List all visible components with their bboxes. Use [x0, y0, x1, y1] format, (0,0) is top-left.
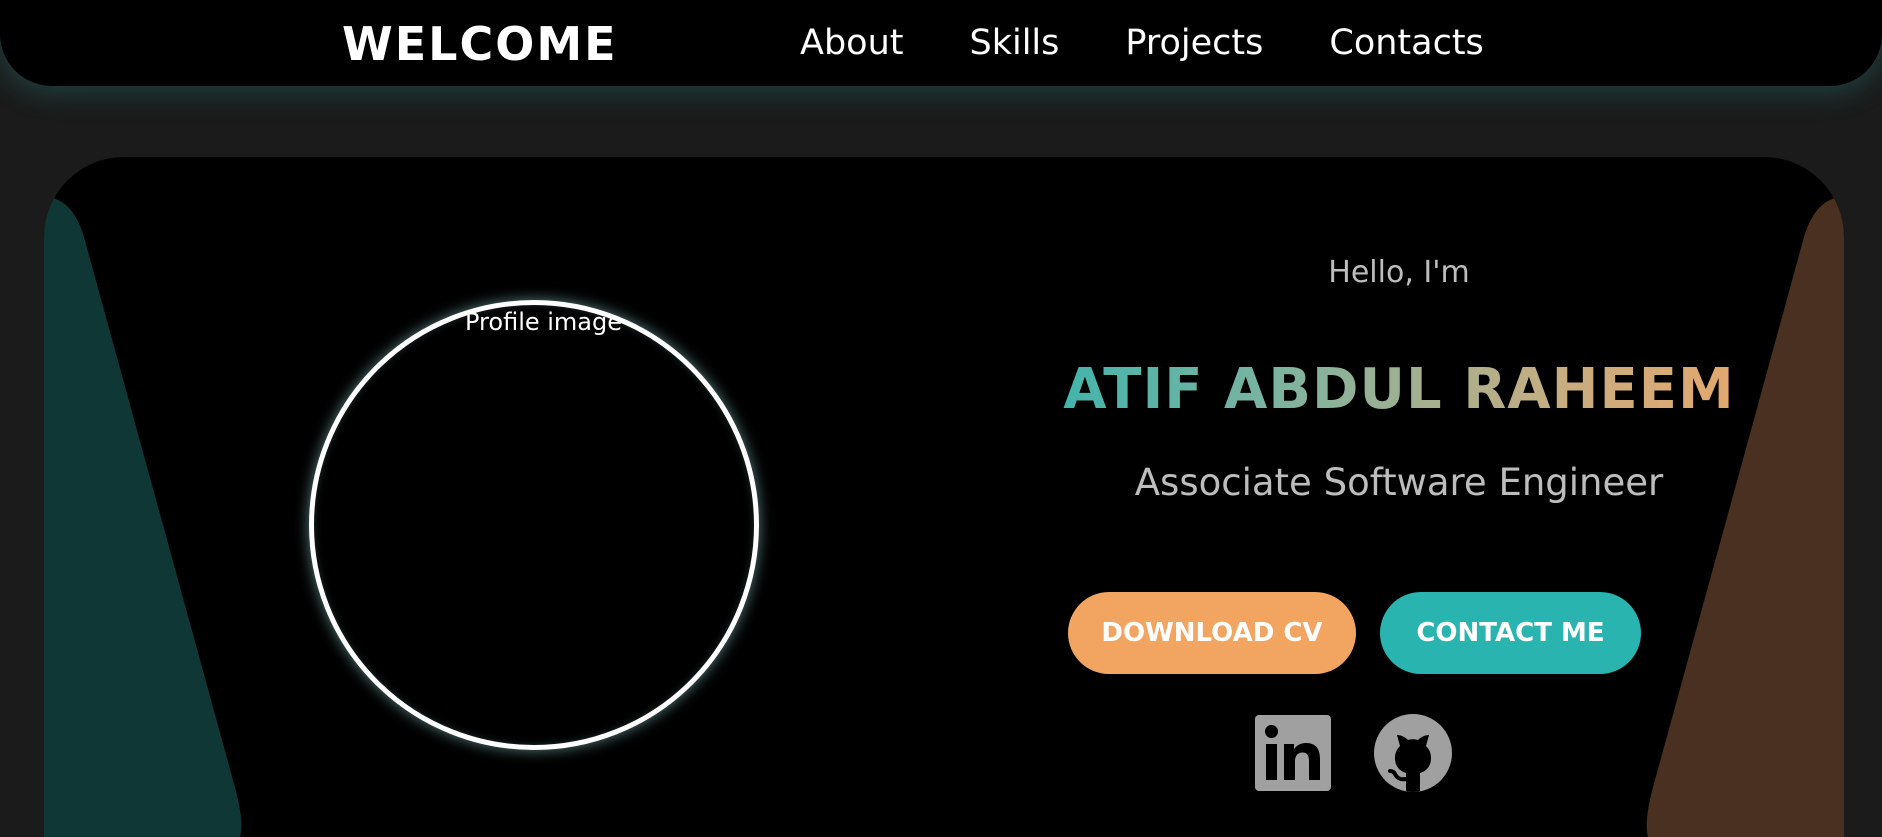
brand-logo[interactable]: WELCOME: [342, 14, 618, 74]
hero-section: Profile image Hello, I'm ATIF ABDUL RAHE…: [44, 157, 1844, 837]
nav-links: About Skills Projects Contacts: [800, 18, 1484, 68]
top-navbar: WELCOME About Skills Projects Contacts: [0, 0, 1882, 86]
download-cv-button[interactable]: DOWNLOAD CV: [1068, 592, 1356, 674]
nav-link-skills[interactable]: Skills: [969, 18, 1059, 68]
linkedin-icon[interactable]: [1253, 713, 1333, 793]
hero-name: ATIF ABDUL RAHEEM: [974, 355, 1824, 425]
nav-link-contacts[interactable]: Contacts: [1329, 18, 1483, 68]
github-icon[interactable]: [1373, 713, 1453, 793]
nav-link-projects[interactable]: Projects: [1125, 18, 1263, 68]
nav-link-about[interactable]: About: [800, 18, 903, 68]
profile-image-alt-text: Profile image: [465, 308, 623, 336]
job-title: Associate Software Engineer: [1134, 461, 1664, 504]
profile-image-frame: [309, 300, 759, 750]
greeting-text: Hello, I'm: [1328, 255, 1470, 290]
contact-me-button[interactable]: CONTACT ME: [1380, 592, 1641, 674]
left-decoration: [44, 197, 242, 837]
